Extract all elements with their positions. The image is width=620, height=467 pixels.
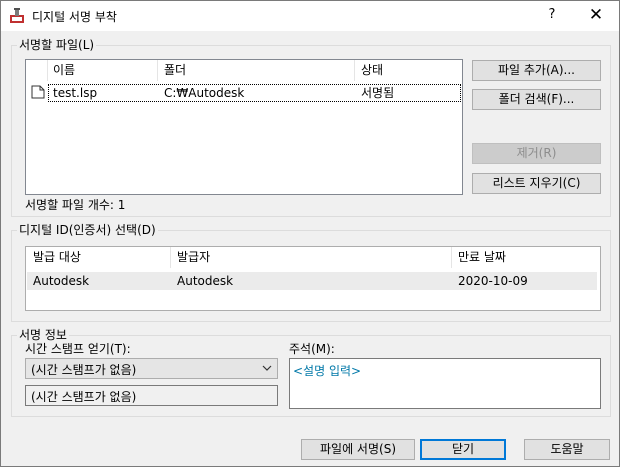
help-button[interactable]: 도움말 <box>524 439 610 460</box>
column-header-expires[interactable]: 만료 날짜 <box>458 247 506 268</box>
file-count-text: 서명할 파일 개수: 1 <box>25 198 126 212</box>
window-title: 디지털 서명 부착 <box>32 10 117 24</box>
comment-placeholder: <설명 입력> <box>293 364 362 378</box>
chevron-down-icon[interactable] <box>262 360 272 379</box>
file-status: 서명됨 <box>361 86 395 100</box>
cert-list[interactable]: 발급 대상 발급자 만료 날짜 Autodesk Autodesk 2020-1… <box>25 246 601 311</box>
column-separator <box>451 247 452 268</box>
browse-folder-button[interactable]: 폴더 검색(F)... <box>472 89 601 110</box>
help-icon[interactable]: ? <box>541 7 563 27</box>
sign-files-button[interactable]: 파일에 서명(S) <box>301 439 415 460</box>
column-separator <box>170 247 171 268</box>
column-header-name[interactable]: 이름 <box>53 60 75 81</box>
add-file-button[interactable]: 파일 추가(A)... <box>472 60 601 81</box>
title-bar: 디지털 서명 부착 ? ✕ <box>1 1 619 31</box>
timestamp-select-value: (시간 스탬프가 없음) <box>31 363 137 377</box>
sign-info-group-label: 서명 정보 <box>17 328 69 342</box>
comment-label: 주석(M): <box>289 342 335 356</box>
column-header-status[interactable]: 상태 <box>361 60 383 81</box>
comment-field[interactable]: <설명 입력> <box>289 358 601 409</box>
timestamp-select[interactable]: (시간 스탬프가 없음) <box>25 358 278 379</box>
close-button[interactable]: 닫기 <box>420 439 506 460</box>
cert-issuer: Autodesk <box>177 274 234 288</box>
column-separator <box>47 60 48 81</box>
timestamp-display: (시간 스탬프가 없음) <box>25 385 278 406</box>
files-group-label: 서명할 파일(L) <box>17 38 97 52</box>
column-separator <box>354 60 355 81</box>
column-header-issued-to[interactable]: 발급 대상 <box>33 247 81 268</box>
column-separator <box>157 60 158 81</box>
column-header-folder[interactable]: 폴더 <box>164 60 186 81</box>
file-icon <box>31 85 45 99</box>
signature-app-icon <box>10 8 24 23</box>
cert-group-label: 디지털 ID(인증서) 선택(D) <box>17 223 158 237</box>
close-icon[interactable]: ✕ <box>581 5 611 27</box>
dialog-window: 디지털 서명 부착 ? ✕ 서명할 파일(L) 이름 폴더 상태 test.ls… <box>0 0 620 467</box>
file-name: test.lsp <box>53 86 98 100</box>
file-folder: C:₩Autodesk <box>164 86 245 100</box>
column-header-issuer[interactable]: 발급자 <box>177 247 210 268</box>
table-row[interactable] <box>48 84 461 102</box>
clear-list-button[interactable]: 리스트 지우기(C) <box>472 173 601 194</box>
timestamp-display-text: (시간 스탬프가 없음) <box>31 390 137 404</box>
file-list[interactable]: 이름 폴더 상태 test.lsp C:₩Autodesk 서명됨 <box>25 59 463 195</box>
timestamp-label: 시간 스탬프 얻기(T): <box>25 342 131 356</box>
cert-expires: 2020-10-09 <box>458 274 528 288</box>
cert-issued-to: Autodesk <box>33 274 90 288</box>
remove-button[interactable]: 제거(R) <box>472 143 601 164</box>
